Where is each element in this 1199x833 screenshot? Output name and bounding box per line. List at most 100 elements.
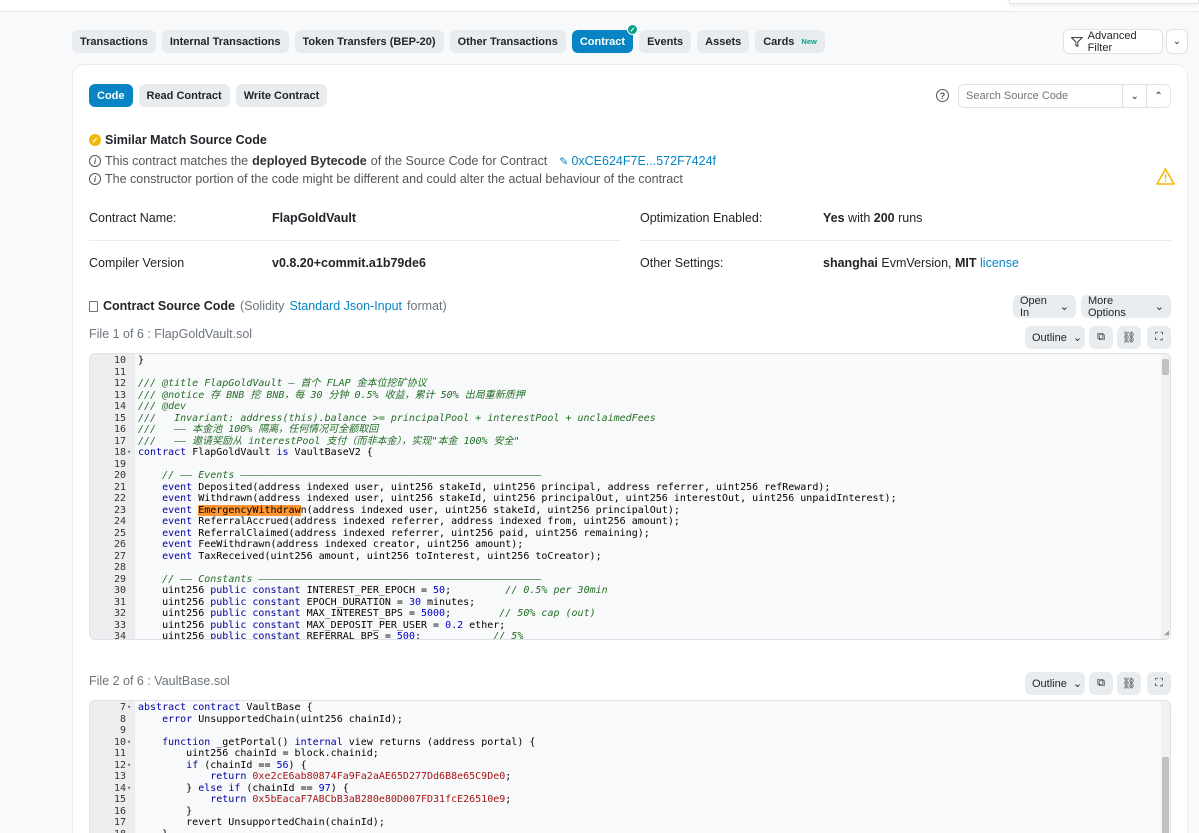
optimization-label: Optimization Enabled: [640, 211, 763, 225]
tab-contract[interactable]: Contract ✓ [571, 24, 639, 53]
link-button[interactable]: ⛓ [1117, 326, 1141, 349]
license-type: MIT [955, 256, 977, 270]
info-icon: i [89, 173, 101, 185]
tab-token-transfers[interactable]: Token Transfers (BEP-20) [294, 30, 444, 53]
code-line: 31 uint256 public constant EPOCH_DURATIO… [113, 596, 476, 608]
vertical-scrollbar[interactable] [1161, 701, 1170, 833]
code-line: 28 [113, 562, 126, 573]
outline-label: Outline [1032, 331, 1067, 344]
outline-button[interactable]: Outline ⌄ [1025, 326, 1085, 349]
subtab-label: Write Contract [243, 89, 320, 102]
tab-assets[interactable]: Assets [697, 30, 750, 53]
contract-subtabs: Code Read Contract Write Contract [89, 84, 328, 107]
code-line: 18 } [90, 829, 1170, 833]
subtab-read-contract[interactable]: Read Contract [138, 84, 230, 107]
tab-label: Other Transactions [457, 35, 558, 48]
new-badge: New [801, 37, 817, 46]
info-text-bold: deployed Bytecode [252, 154, 367, 168]
chevron-down-icon: ⌄ [1130, 90, 1139, 102]
tab-label: Events [647, 35, 684, 48]
copy-button[interactable]: ⧉ [1089, 672, 1113, 695]
chevron-down-icon: ⌄ [1072, 678, 1083, 690]
tab-cards[interactable]: Cards New [755, 30, 825, 53]
chevron-down-icon: ⌄ [1059, 301, 1069, 313]
search-prev-button[interactable]: ⌃ [1146, 85, 1170, 107]
code-line: 16/// —— 本金池 100% 隔离，任何情况可全额取回 [113, 424, 379, 435]
compiler-label: Compiler Version [89, 256, 185, 270]
search-next-button[interactable]: ⌄ [1122, 85, 1146, 107]
code-line: 14 ▾ } else if (chainId == 97) { [113, 782, 349, 794]
code-line: 11 uint256 chainId = block.chainid; [113, 748, 379, 759]
divider [640, 240, 1171, 241]
chevron-down-icon: ⌄ [1072, 332, 1083, 344]
tab-events[interactable]: Events [639, 30, 692, 53]
code-editor-file-1[interactable]: 10} 11 12/// @title FlapGoldVault — 首个 F… [89, 353, 1171, 640]
advanced-filter-caret[interactable]: ⌄ [1166, 29, 1188, 54]
optimization-runs: 200 [873, 211, 895, 225]
advanced-filter-button[interactable]: Advanced Filter [1063, 29, 1163, 54]
code-line: 27 event TaxReceived(uint256 amount, uin… [113, 550, 602, 562]
more-options-button[interactable]: More Options ⌄ [1081, 294, 1171, 319]
code-line: 13 return 0xe2cE6ab80874Fa9Fa2aAE65D277D… [113, 771, 512, 782]
tab-internal-transactions[interactable]: Internal Transactions [161, 30, 289, 53]
code-line: 29 // —— Constants —————————————————————… [113, 573, 542, 585]
outline-label: Outline [1032, 677, 1067, 690]
tab-label: Cards [763, 35, 795, 48]
code-line: 8 error UnsupportedChain(uint256 chainId… [119, 713, 403, 725]
code-line: 17 revert UnsupportedChain(chainId); [113, 817, 385, 828]
fullscreen-button[interactable]: ⛶ [1147, 672, 1171, 695]
code-line: 32 uint256 public constant MAX_INTEREST_… [113, 608, 596, 619]
chevron-up-icon: ⌃ [1154, 90, 1163, 102]
subtab-label: Code [97, 89, 125, 102]
outline-button[interactable]: Outline ⌄ [1025, 672, 1085, 695]
resize-handle-icon[interactable]: ◢ [1164, 627, 1169, 639]
help-icon[interactable]: ? [936, 89, 949, 102]
link-button[interactable]: ⛓ [1117, 672, 1141, 695]
subtab-code[interactable]: Code [89, 84, 133, 107]
fullscreen-button[interactable]: ⛶ [1147, 326, 1171, 349]
tab-label: Transactions [80, 35, 148, 48]
code-line: 10} [113, 355, 145, 366]
open-in-button[interactable]: Open In ⌄ [1013, 294, 1076, 319]
open-in-label: Open In [1020, 294, 1047, 319]
match-title: ✓ Similar Match Source Code [89, 133, 267, 147]
code-line: 12 ▾ if (chainId == 56) { [113, 759, 307, 771]
tab-transactions[interactable]: Transactions [72, 30, 156, 53]
standard-json-link[interactable]: Standard Json-Input [289, 299, 402, 313]
code-line: 23 event EmergencyWithdrawn(address inde… [113, 504, 680, 516]
more-options-label: More Options [1088, 294, 1126, 319]
code-line: 20 // —— Events ————————————————————————… [113, 470, 542, 481]
subtab-write-contract[interactable]: Write Contract [235, 84, 328, 107]
evm-suffix: EvmVersion, [881, 256, 952, 270]
code-line: 11 [113, 366, 126, 378]
contract-name-value: FlapGoldVault [272, 211, 357, 225]
vertical-scrollbar[interactable] [1161, 354, 1170, 639]
advanced-filter-label: Advanced Filter [1087, 29, 1137, 54]
search-source-input[interactable] [959, 85, 1123, 107]
source-title-text: Contract Source Code [103, 299, 235, 313]
subtab-label: Read Contract [146, 89, 222, 102]
code-line: 15/// Invariant: address(this).balance >… [113, 412, 656, 424]
warning-icon [1156, 168, 1175, 188]
optimization-runs-suffix: runs [898, 211, 923, 225]
source-format: format) [407, 299, 447, 313]
other-settings-label: Other Settings: [640, 256, 724, 270]
tab-other-transactions[interactable]: Other Transactions [449, 30, 566, 53]
license-link[interactable]: license [980, 256, 1019, 270]
scrollbar-thumb[interactable] [1162, 359, 1169, 375]
tab-label: Internal Transactions [169, 35, 281, 48]
code-line: 30 uint256 public constant INTEREST_PER_… [113, 585, 608, 596]
top-dropdown-edge [1009, 0, 1199, 4]
code-editor-file-2[interactable]: 7 ▾ abstract contract VaultBase { 8 error … [89, 700, 1171, 833]
code-lines: 7 ▾ abstract contract VaultBase { 8 error … [90, 702, 1170, 833]
code-line: 18 ▾ contract FlapGoldVault is VaultBaseV2… [113, 447, 373, 458]
info-icon: i [89, 155, 101, 167]
optimization-value: Yes with 200 runs [823, 211, 922, 225]
file-label: File 2 of 6 : VaultBase.sol [89, 674, 230, 688]
scrollbar-thumb[interactable] [1162, 757, 1169, 833]
copy-button[interactable]: ⧉ [1089, 326, 1113, 349]
code-lines: 10} 11 12/// @title FlapGoldVault — 首个 F… [90, 355, 1170, 639]
copy-icon: ⧉ [1097, 331, 1105, 343]
contract-address-link[interactable]: ✎ 0xCE624F7E...572F7424f [559, 154, 716, 168]
tab-label: Token Transfers (BEP-20) [302, 35, 436, 48]
